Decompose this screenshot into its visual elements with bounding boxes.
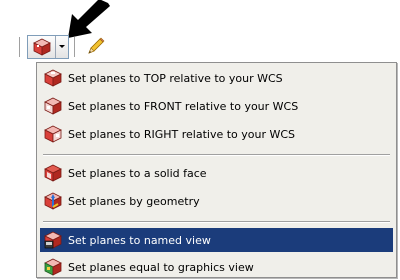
menu-item-right[interactable]: Set planes to RIGHT relative to your WCS	[40, 122, 393, 146]
menu-item-solid-face[interactable]: Set planes to a solid face	[40, 161, 393, 185]
menu-item-by-geometry[interactable]: Set planes by geometry	[40, 189, 393, 213]
toolbar	[0, 32, 120, 62]
menu-item-label: Set planes to TOP relative to your WCS	[68, 71, 283, 85]
menu-item-label: Set planes to named view	[68, 233, 211, 247]
menu-separator	[43, 154, 390, 156]
pencil-button[interactable]	[84, 36, 106, 58]
menu-item-label: Set planes to a solid face	[68, 166, 207, 180]
pencil-icon	[88, 37, 105, 54]
planes-dropdown-button[interactable]	[56, 36, 68, 58]
toolbar-separator	[74, 37, 76, 57]
cube-front-icon	[43, 96, 63, 116]
toolbar-grip[interactable]	[19, 37, 21, 57]
planes-button[interactable]	[28, 36, 56, 58]
cube-top-icon	[43, 68, 63, 88]
menu-item-named-view[interactable]: Set planes to named view	[40, 228, 393, 252]
menu-item-label: Set planes to RIGHT relative to your WCS	[68, 127, 296, 141]
menu-separator	[43, 221, 390, 223]
planes-dropdown-menu: Set planes to TOP relative to your WCS S…	[36, 62, 397, 278]
planes-split-button[interactable]	[27, 35, 69, 59]
cube-face-icon	[43, 163, 63, 183]
cube-right-icon	[43, 124, 63, 144]
menu-item-label: Set planes by geometry	[68, 194, 200, 208]
menu-item-graphics-view[interactable]: Set planes equal to graphics view	[40, 255, 393, 279]
menu-item-front[interactable]: Set planes to FRONT relative to your WCS	[40, 94, 393, 118]
cube-geometry-icon	[43, 191, 63, 211]
menu-item-label: Set planes equal to graphics view	[68, 260, 254, 274]
menu-item-top[interactable]: Set planes to TOP relative to your WCS	[40, 66, 393, 90]
menu-item-label: Set planes to FRONT relative to your WCS	[68, 99, 299, 113]
cube-graphics-view-icon	[43, 257, 63, 277]
planes-cube-icon	[33, 38, 51, 56]
dropdown-triangle-icon	[59, 45, 65, 48]
cube-named-view-icon	[43, 230, 63, 250]
